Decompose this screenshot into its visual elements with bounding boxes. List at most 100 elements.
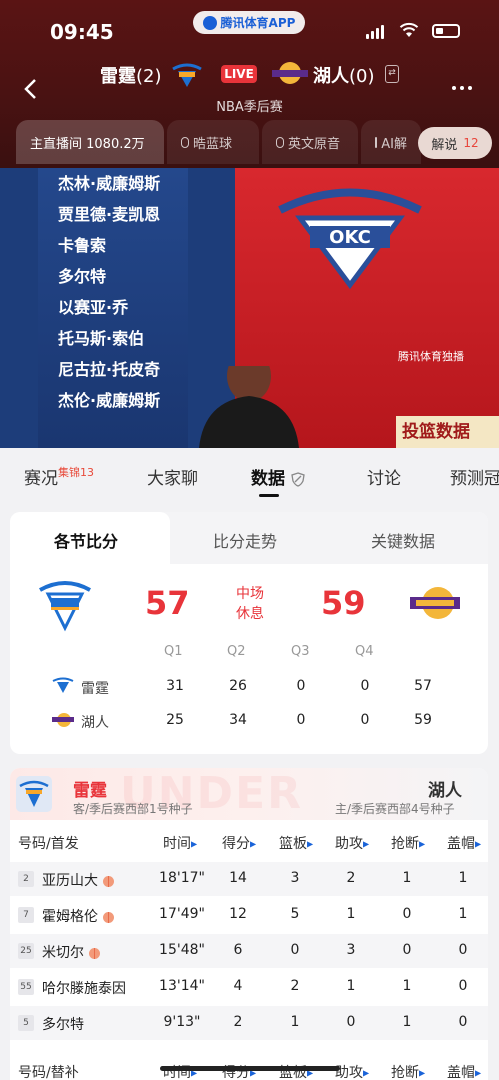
roster-name: 托马斯·索伯: [58, 329, 145, 348]
quarter-score: 25: [166, 712, 184, 728]
stat-ast: 3: [346, 942, 356, 958]
audio-tab-commentator[interactable]: 晧蓝球: [167, 120, 259, 164]
player-name: 米切尔: [42, 945, 84, 961]
row-team-name: 湖人: [81, 715, 109, 731]
stat-stl: 1: [402, 1014, 412, 1030]
player-name-cell[interactable]: 米切尔: [42, 942, 100, 962]
header-home-team[interactable]: 雷霆(2): [100, 62, 162, 88]
lakers-mini-logo: [52, 713, 74, 727]
app-source-pill[interactable]: 腾讯体育APP: [193, 11, 305, 34]
column-header-blocks[interactable]: 盖帽▶: [447, 833, 481, 853]
presenter-silhouette: [199, 366, 299, 448]
away-team-tab[interactable]: 湖人: [428, 776, 462, 801]
more-menu-icon[interactable]: [452, 86, 472, 90]
audio-tab-label: 晧蓝球: [193, 136, 233, 152]
stat-blk: 0: [458, 1014, 468, 1030]
column-label: 盖帽: [447, 1065, 475, 1080]
bench-header: 号码/替补: [18, 1065, 79, 1080]
player-name: 亚历山大: [42, 873, 98, 889]
tab-overview[interactable]: 赛况集锦13: [24, 464, 94, 489]
stat-pts: 6: [233, 942, 243, 958]
shield-icon: [291, 471, 305, 487]
tab-stats[interactable]: 数据: [251, 464, 305, 489]
stat-ast: 1: [346, 978, 356, 994]
player-name-cell[interactable]: 亚历山大: [42, 870, 114, 890]
column-header-blocks[interactable]: 盖帽▶: [447, 1062, 481, 1080]
explain-button[interactable]: 解说 12: [418, 127, 492, 159]
column-header-steals[interactable]: 抢断▶: [391, 833, 425, 853]
player-name-cell[interactable]: 哈尔滕施泰因: [42, 978, 126, 998]
stat-blk: 1: [458, 906, 468, 922]
table-row[interactable]: 25 米切尔 15'48" 6 0 3 0 0: [10, 934, 488, 968]
header-away-team[interactable]: 湖人(0): [313, 62, 375, 88]
tab-chat[interactable]: 大家聊: [147, 464, 198, 489]
subtab-key-stats[interactable]: 关键数据: [371, 528, 435, 552]
video-player[interactable]: 杰林·威廉姆斯 贾里德·麦凯恩 卡鲁索 多尔特 以赛亚·乔 托马斯·索伯 尼古拉…: [0, 168, 499, 448]
status-time: 09:45: [50, 20, 114, 44]
jersey-number: 25: [18, 943, 34, 959]
audio-tab-english[interactable]: 英文原音: [262, 120, 358, 164]
stat-reb: 2: [290, 978, 300, 994]
table-row[interactable]: 2 亚历山大 18'17" 14 3 2 1 1: [10, 862, 488, 896]
column-header-time[interactable]: 时间▶: [163, 1062, 197, 1080]
player-name-cell[interactable]: 霍姆格伦: [42, 906, 114, 926]
column-header-rebounds[interactable]: 篮板▶: [279, 1062, 313, 1080]
column-label: 得分: [222, 836, 250, 852]
player-name: 哈尔滕施泰因: [42, 981, 126, 997]
column-header-steals[interactable]: 抢断▶: [391, 1062, 425, 1080]
home-team-name: 雷霆: [100, 66, 136, 87]
game-status: 中场 休息: [220, 584, 280, 624]
starter-header: 号码/首发: [18, 836, 79, 852]
away-team-seed: 主/季后赛西部4号种子: [335, 802, 455, 816]
table-row[interactable]: 55 哈尔滕施泰因 13'14" 4 2 1 1 0: [10, 970, 488, 1004]
player-stats-card: UNDER 雷霆 客/季后赛西部1号种子 湖人 主/季后赛西部4号种子 号码/首…: [10, 768, 488, 1080]
main-tabs: 赛况集锦13 大家聊 数据 讨论 预测冠: [0, 448, 499, 504]
column-header-time[interactable]: 时间▶: [163, 833, 197, 853]
column-header-rebounds[interactable]: 篮板▶: [279, 833, 313, 853]
jersey-number: 7: [18, 907, 34, 923]
roster-name: 卡鲁索: [58, 236, 107, 255]
column-label: 时间: [163, 836, 191, 852]
explain-count: 12: [463, 136, 479, 150]
audio-tab-main[interactable]: 主直播间 1080.2万: [16, 120, 164, 164]
player-name-cell[interactable]: 多尔特: [42, 1014, 84, 1034]
match-subtitle: NBA季后赛: [216, 100, 283, 115]
away-score: 59: [321, 584, 366, 622]
quarter-header: Q2: [227, 644, 246, 659]
switch-side-icon[interactable]: ⇄: [385, 65, 399, 83]
player-name: 多尔特: [42, 1017, 84, 1033]
column-header-assists[interactable]: 助攻▶: [335, 1062, 369, 1080]
column-header-points[interactable]: 得分▶: [222, 1062, 256, 1080]
column-header-points[interactable]: 得分▶: [222, 833, 256, 853]
home-indicator[interactable]: [160, 1066, 340, 1071]
stat-stl: 1: [402, 978, 412, 994]
active-tab-indicator: [259, 494, 279, 497]
stat-pts: 4: [233, 978, 243, 994]
tab-highlights-count: 集锦13: [58, 466, 94, 479]
column-label: 篮板: [279, 836, 307, 852]
sort-arrow-icon: ▶: [419, 839, 426, 849]
audio-tab-label: 英文原音: [288, 136, 341, 152]
stat-time: 9'13": [163, 1014, 201, 1030]
subtab-quarter-scores[interactable]: 各节比分: [54, 528, 118, 552]
stat-stl: 0: [402, 942, 412, 958]
tab-prediction[interactable]: 预测冠: [450, 464, 499, 489]
column-label: 助攻: [335, 836, 363, 852]
tab-label: 大家聊: [147, 469, 198, 489]
table-row[interactable]: 5 多尔特 9'13" 2 1 0 1 0: [10, 1006, 488, 1040]
column-header-assists[interactable]: 助攻▶: [335, 833, 369, 853]
audio-tab-ai[interactable]: AI解: [361, 120, 421, 164]
home-team-tab[interactable]: 雷霆: [73, 776, 107, 801]
player-name: 霍姆格伦: [42, 909, 98, 925]
total-score: 57: [414, 678, 432, 694]
row-team-name: 雷霆: [81, 681, 109, 697]
home-team-seed: 客/季后赛西部1号种子: [73, 802, 193, 816]
subtab-score-trend[interactable]: 比分走势: [213, 528, 277, 552]
battery-icon: [432, 24, 460, 38]
game-status-line: 休息: [236, 606, 264, 622]
tab-discussion[interactable]: 讨论: [367, 464, 401, 489]
mic-icon: [181, 136, 189, 148]
stat-stl: 0: [402, 906, 412, 922]
table-row[interactable]: 7 霍姆格伦 17'49" 12 5 1 0 1: [10, 898, 488, 932]
roster-name: 贾里德·麦凯恩: [58, 205, 161, 224]
